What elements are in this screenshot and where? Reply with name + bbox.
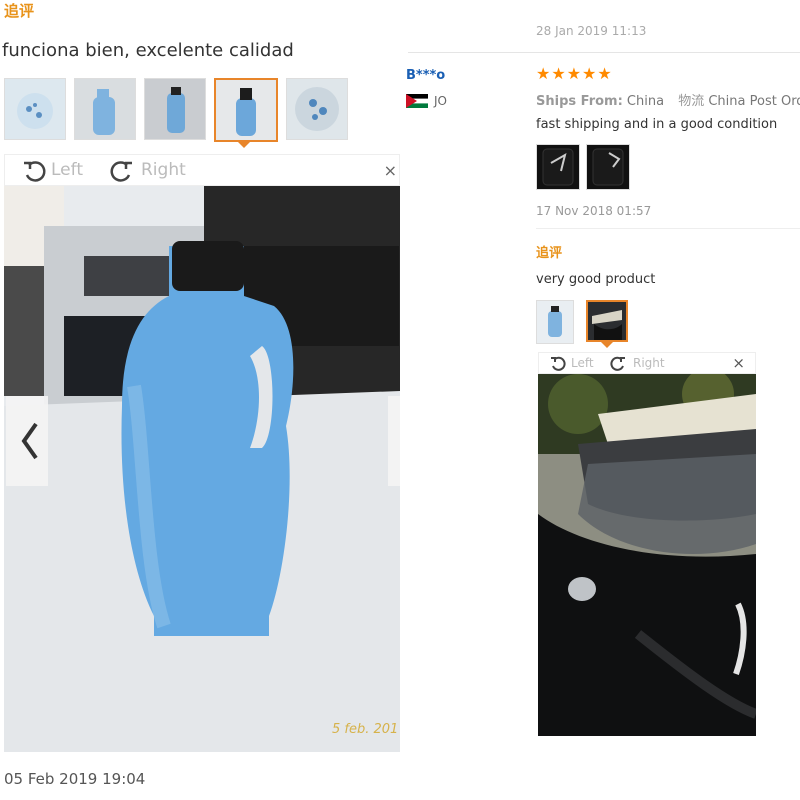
- review-text-right: fast shipping and in a good condition: [536, 117, 778, 132]
- rotate-right-label: Right: [141, 160, 186, 180]
- review-thumbnail-selected[interactable]: [214, 78, 278, 142]
- close-icon[interactable]: ×: [384, 161, 397, 180]
- shipping-info: Ships From: China 物流 China Post Ord: [536, 90, 800, 109]
- rotate-right-icon: [110, 161, 132, 182]
- rotate-left-icon: [551, 356, 566, 371]
- followup-label: 追评: [4, 2, 35, 20]
- rotate-left-button[interactable]: Left: [21, 157, 83, 183]
- rotate-right-label: Right: [633, 356, 665, 370]
- rating-stars: ★★★★★: [536, 64, 613, 83]
- review-thumbnail[interactable]: [536, 144, 580, 190]
- logistics-value: China Post Ord: [708, 94, 800, 109]
- buyer-country: JO: [406, 94, 447, 108]
- followup-text: very good product: [536, 272, 656, 287]
- image-toolbar-right: Left Right ×: [538, 352, 756, 374]
- review-date-right: 17 Nov 2018 01:57: [536, 204, 652, 218]
- jordan-flag-icon: [406, 94, 428, 108]
- buyer-name[interactable]: B***o: [406, 68, 445, 83]
- review-thumbnail[interactable]: [74, 78, 136, 140]
- rotate-right-button[interactable]: Right: [607, 354, 665, 372]
- photo-watermark: 5 feb. 201: [332, 722, 399, 737]
- rotate-left-label: Left: [571, 356, 594, 370]
- review-photo-large: 5 feb. 201: [4, 186, 400, 752]
- followup-label-right: 追评: [536, 246, 563, 261]
- divider: [536, 228, 800, 229]
- review-thumbnail[interactable]: [144, 78, 206, 140]
- review-thumbnail[interactable]: [536, 300, 574, 344]
- rotate-left-icon: [24, 161, 46, 182]
- logistics-label: 物流: [678, 94, 705, 109]
- prev-review-date: 28 Jan 2019 11:13: [536, 24, 647, 38]
- selected-caret-icon: [601, 342, 613, 348]
- review-date: 05 Feb 2019 19:04: [4, 770, 146, 788]
- ships-from-label: Ships From:: [536, 94, 623, 109]
- rotate-left-button[interactable]: Left: [549, 354, 594, 372]
- review-thumbnail[interactable]: [586, 144, 630, 190]
- review-text: funciona bien, excelente calidad: [2, 40, 294, 61]
- review-thumbnail-selected[interactable]: [586, 300, 628, 342]
- next-image-button[interactable]: [386, 396, 400, 486]
- review-thumbnail[interactable]: [286, 78, 348, 140]
- ships-from-value: China: [626, 94, 665, 109]
- close-icon[interactable]: ×: [732, 354, 745, 372]
- country-code: JO: [434, 94, 447, 108]
- selected-caret-icon: [236, 140, 252, 148]
- rotate-left-label: Left: [51, 160, 83, 180]
- review-thumbnail[interactable]: [4, 78, 66, 140]
- review-photo-right: [538, 374, 756, 736]
- image-toolbar: Left Right ×: [4, 154, 400, 186]
- rotate-right-button[interactable]: Right: [105, 157, 186, 183]
- rotate-right-icon: [610, 356, 625, 371]
- prev-image-button[interactable]: [4, 396, 48, 486]
- divider: [408, 52, 800, 53]
